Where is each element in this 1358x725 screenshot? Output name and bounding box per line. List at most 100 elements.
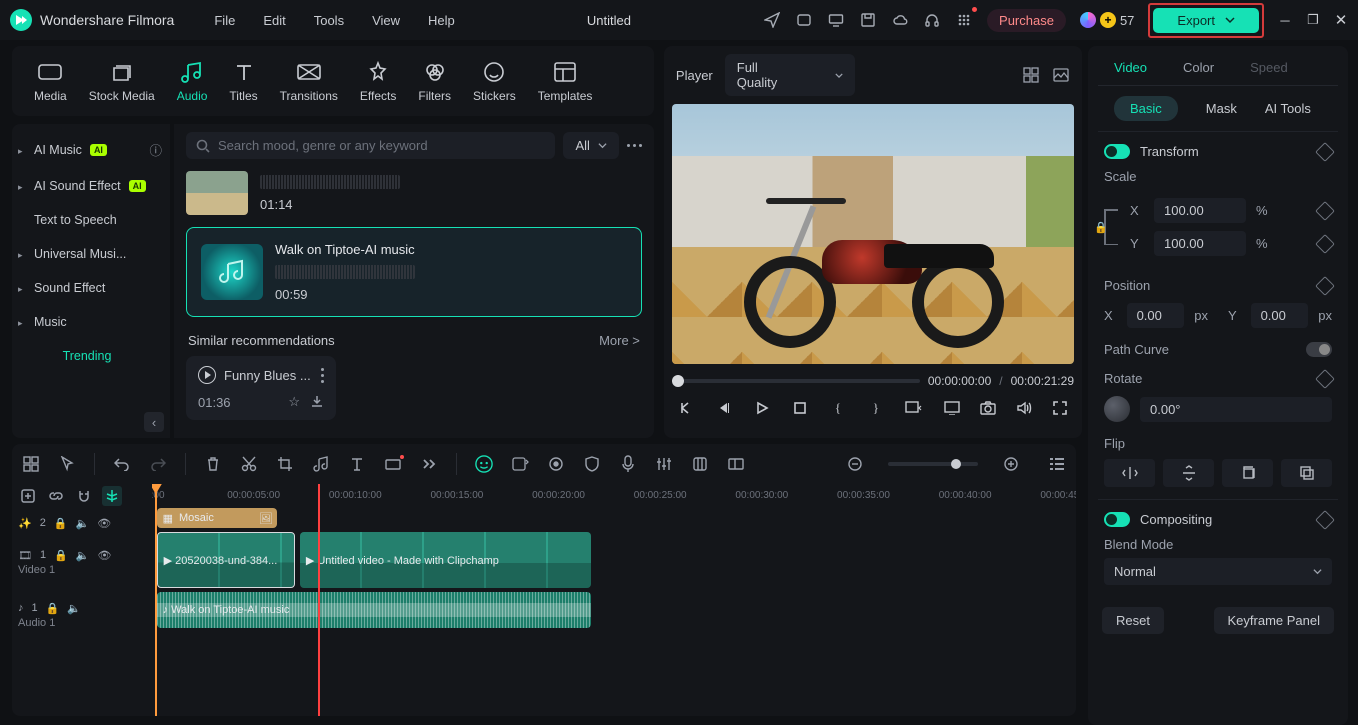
insp-sub-mask[interactable]: Mask: [1206, 101, 1237, 116]
keyframe-icon[interactable]: [1315, 369, 1335, 389]
mark-out-icon[interactable]: }: [866, 398, 886, 418]
flip-v-button[interactable]: [1163, 459, 1214, 487]
tab-stock-media[interactable]: Stock Media: [89, 59, 155, 103]
prev-frame-icon[interactable]: [676, 398, 696, 418]
link-icon[interactable]: [46, 486, 66, 506]
maximize-button[interactable]: ❐: [1306, 12, 1320, 28]
insp-sub-ai[interactable]: AI Tools: [1265, 101, 1311, 116]
lock-icon[interactable]: 🔒: [54, 517, 68, 530]
purchase-button[interactable]: Purchase: [987, 9, 1066, 32]
magnet-icon[interactable]: [74, 486, 94, 506]
insp-sub-basic[interactable]: Basic: [1114, 96, 1178, 121]
more-tools-icon[interactable]: [420, 459, 438, 469]
delete-icon[interactable]: [204, 456, 222, 472]
play-reverse-icon[interactable]: [714, 398, 734, 418]
save-icon[interactable]: [859, 11, 877, 29]
image-view-icon[interactable]: [1052, 66, 1070, 84]
volume-icon[interactable]: [1014, 398, 1034, 418]
scale-y-input[interactable]: 100.00: [1154, 231, 1246, 256]
paste-button[interactable]: [1281, 459, 1332, 487]
tab-effects[interactable]: Effects: [360, 59, 396, 103]
pos-x-input[interactable]: 0.00: [1127, 303, 1185, 328]
play-icon[interactable]: [752, 398, 772, 418]
audio-clip[interactable]: ♪ Walk on Tiptoe-AI music: [157, 592, 591, 628]
lock-icon[interactable]: 🔒: [46, 602, 60, 615]
send-icon[interactable]: [763, 11, 781, 29]
ai-assist-icon[interactable]: [475, 454, 493, 474]
keyframe-icon[interactable]: [1315, 142, 1335, 162]
cat-ai-music[interactable]: AI MusicAIⓘ: [12, 130, 170, 169]
add-credits-icon[interactable]: +: [1100, 12, 1116, 28]
filter-all-dropdown[interactable]: All: [563, 132, 618, 159]
track-item-selected[interactable]: Walk on Tiptoe-AI music 00:59: [186, 227, 642, 317]
menu-tools[interactable]: Tools: [314, 13, 344, 28]
cursor-icon[interactable]: [58, 456, 76, 472]
ratio-dropdown-icon[interactable]: [904, 398, 924, 418]
search-input[interactable]: Search mood, genre or any keyword: [186, 132, 555, 159]
close-button[interactable]: ✕: [1334, 11, 1348, 29]
mute-icon[interactable]: 🔈: [76, 517, 90, 530]
visible-icon[interactable]: 👁: [98, 549, 112, 562]
insp-tab-color[interactable]: Color: [1183, 60, 1214, 75]
cloud-icon[interactable]: [891, 11, 909, 29]
zoom-out-icon[interactable]: [846, 456, 864, 472]
download-icon[interactable]: [310, 394, 324, 410]
undo-icon[interactable]: [113, 457, 131, 471]
compositing-toggle[interactable]: [1104, 512, 1130, 527]
reset-button[interactable]: Reset: [1102, 607, 1164, 634]
tab-titles[interactable]: Titles: [229, 59, 257, 103]
insp-tab-speed[interactable]: Speed: [1250, 60, 1288, 75]
snapshot-icon[interactable]: [978, 398, 998, 418]
seek-bar[interactable]: [672, 379, 920, 383]
marker[interactable]: [318, 484, 320, 716]
zoom-slider[interactable]: [888, 462, 978, 466]
export-button[interactable]: Export: [1153, 8, 1259, 33]
tab-filters[interactable]: Filters: [418, 59, 451, 103]
keyframe-icon[interactable]: [1315, 510, 1335, 530]
video-clip[interactable]: ▶ Untitled video - Made with Clipchamp: [300, 532, 591, 588]
tab-transitions[interactable]: Transitions: [280, 59, 338, 103]
record-vo-icon[interactable]: [547, 456, 565, 472]
rotate-input[interactable]: 0.00°: [1140, 397, 1332, 422]
minimize-button[interactable]: ─: [1278, 13, 1292, 28]
copy-button[interactable]: [1222, 459, 1273, 487]
favorite-icon[interactable]: ☆: [288, 394, 300, 410]
apps-icon[interactable]: [955, 11, 973, 29]
menu-edit[interactable]: Edit: [263, 13, 285, 28]
record-icon[interactable]: [795, 11, 813, 29]
mark-in-icon[interactable]: {: [828, 398, 848, 418]
tab-audio[interactable]: Audio: [177, 59, 208, 103]
playhead[interactable]: [155, 484, 157, 716]
tab-media[interactable]: Media: [34, 59, 67, 103]
play-icon[interactable]: [198, 366, 216, 384]
layout-icon[interactable]: [22, 456, 40, 472]
cat-universal[interactable]: Universal Musi...: [12, 237, 170, 271]
headphones-icon[interactable]: [923, 11, 941, 29]
redo-icon[interactable]: [149, 457, 167, 471]
video-clip-selected[interactable]: ▶ 20520038-und-384...: [157, 532, 296, 588]
mute-icon[interactable]: 🔈: [67, 602, 81, 615]
transform-toggle[interactable]: [1104, 144, 1130, 159]
cut-icon[interactable]: [240, 456, 258, 472]
insp-tab-video[interactable]: Video: [1114, 60, 1147, 75]
mixer-icon[interactable]: [655, 456, 673, 472]
shield-icon[interactable]: [583, 456, 601, 472]
quality-dropdown[interactable]: Full Quality: [725, 54, 855, 96]
keyframe-icon[interactable]: [1315, 276, 1335, 296]
blend-mode-dropdown[interactable]: Normal: [1104, 558, 1332, 585]
aspect-lock-icon[interactable]: 🔒: [1104, 205, 1120, 249]
timeline-ruler[interactable]: 00:00 00:00:05:00 00:00:10:00 00:00:15:0…: [152, 484, 1076, 508]
add-track-icon[interactable]: [18, 486, 38, 506]
auto-ripple-icon[interactable]: [102, 486, 122, 506]
text-tool-icon[interactable]: [348, 456, 366, 472]
keyframe-icon[interactable]: [1315, 234, 1335, 254]
track-header-video[interactable]: 🎞1 🔒 🔈 👁 Video 1: [12, 534, 152, 592]
speed-tool-icon[interactable]: [384, 457, 402, 471]
cat-trending[interactable]: Trending: [12, 339, 170, 373]
keyframe-icon[interactable]: [1315, 201, 1335, 221]
zoom-in-icon[interactable]: [1002, 456, 1020, 472]
menu-view[interactable]: View: [372, 13, 400, 28]
rec-menu-icon[interactable]: [321, 368, 324, 383]
visible-icon[interactable]: 👁: [97, 517, 111, 530]
tab-templates[interactable]: Templates: [538, 59, 593, 103]
